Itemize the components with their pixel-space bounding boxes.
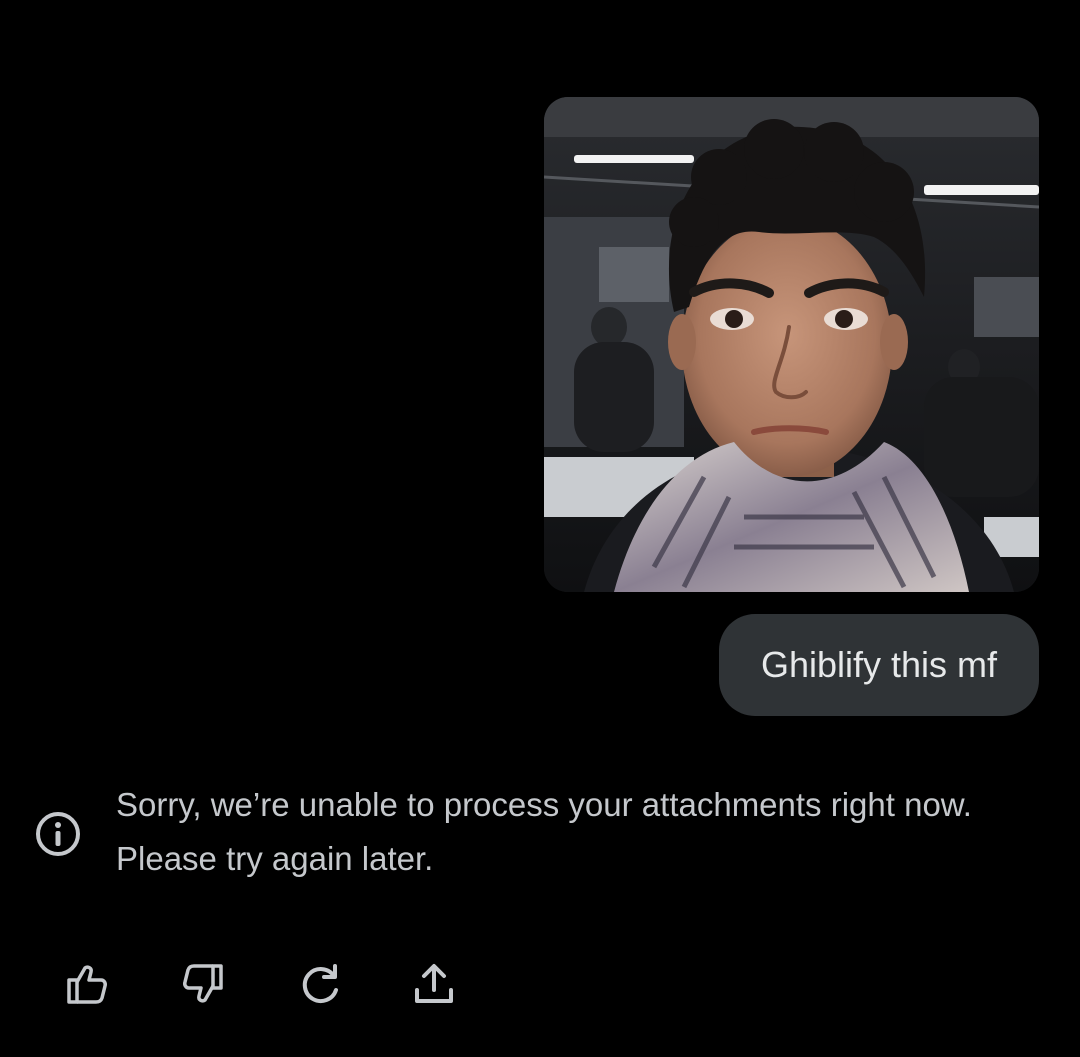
thumbs-up-icon: [67, 965, 107, 1004]
user-message-bubble: Ghiblify this mf: [718, 614, 1039, 716]
attached-photo[interactable]: [544, 97, 1039, 592]
regenerate-icon: [302, 964, 338, 1004]
info-icon: [36, 812, 80, 856]
thumbs-up-button[interactable]: [60, 958, 112, 1010]
error-text: Sorry, we’re unable to process your atta…: [116, 786, 972, 877]
user-message-text: Ghiblify this mf: [760, 644, 997, 685]
share-icon: [415, 964, 453, 1003]
chat-view: Ghiblify this mf Sorry, we’re unable to …: [0, 0, 1080, 1057]
share-button[interactable]: [408, 958, 460, 1010]
thumbs-down-icon: [183, 964, 223, 1003]
selfie-image: [544, 97, 1039, 592]
regenerate-button[interactable]: [294, 958, 346, 1010]
thumbs-down-button[interactable]: [178, 958, 230, 1010]
